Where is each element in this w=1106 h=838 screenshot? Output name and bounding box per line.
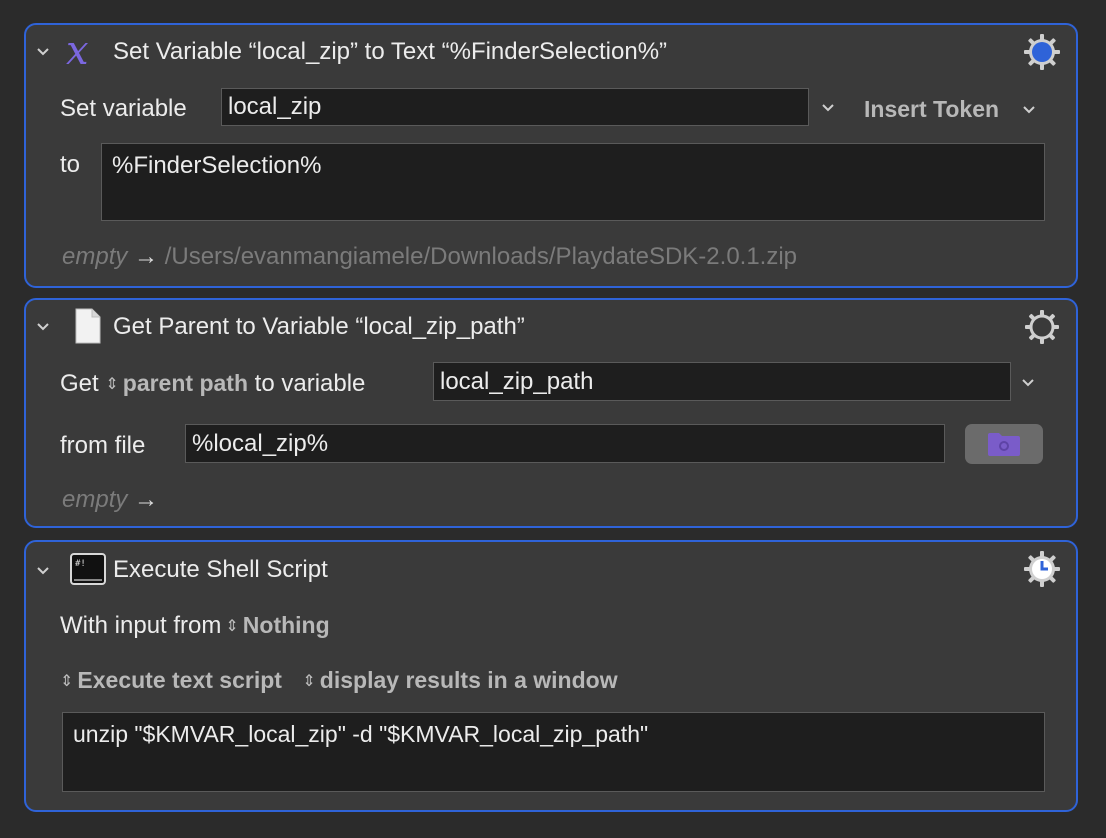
gear-icon[interactable] xyxy=(1023,308,1061,346)
chevron-down-icon[interactable] xyxy=(821,101,835,115)
text-value-field[interactable]: %FinderSelection% xyxy=(101,143,1045,221)
variable-name-field[interactable]: local_zip xyxy=(221,88,809,126)
variable-x-icon: 𝑥 xyxy=(66,28,89,74)
chevron-down-icon[interactable] xyxy=(36,564,50,578)
script-text-field[interactable]: unzip "$KMVAR_local_zip" -d "$KMVAR_loca… xyxy=(62,712,1045,792)
action-get-parent[interactable]: Get Parent to Variable “local_zip_path” … xyxy=(24,298,1078,528)
set-variable-label: Set variable xyxy=(60,95,187,122)
input-source-popup[interactable]: Nothing xyxy=(243,612,330,638)
insert-token-button[interactable]: Insert Token xyxy=(864,96,999,123)
preview-empty: empty xyxy=(62,243,128,270)
gear-icon[interactable] xyxy=(1023,33,1061,71)
document-icon xyxy=(75,308,101,344)
preview-line: empty → xyxy=(62,486,158,514)
get-row: Get ⇕ parent path to variable xyxy=(60,370,365,398)
execute-mode-popup[interactable]: Execute text script xyxy=(77,667,282,693)
preview-value: /Users/evanmangiamele/Downloads/Playdate… xyxy=(164,243,798,270)
preview-empty: empty xyxy=(62,486,128,513)
arrow-icon: → xyxy=(134,486,159,513)
folder-gear-icon xyxy=(988,433,1020,456)
chevron-down-icon[interactable] xyxy=(1021,376,1035,390)
action-title: Get Parent to Variable “local_zip_path” xyxy=(113,313,525,340)
get-label: Get xyxy=(60,370,99,397)
to-variable-label: to variable xyxy=(254,370,366,397)
chevron-down-icon[interactable] xyxy=(1022,103,1036,117)
input-label: With input from xyxy=(60,612,222,639)
preview-line: empty → /Users/evanmangiamele/Downloads/… xyxy=(62,243,797,271)
to-label: to xyxy=(60,151,81,178)
updown-icon[interactable]: ⇕ xyxy=(105,376,118,393)
action-set-variable[interactable]: 𝑥 Set Variable “local_zip” to Text “%Fin… xyxy=(24,23,1078,288)
action-title: Set Variable “local_zip” to Text “%Finde… xyxy=(113,38,668,65)
chevron-down-icon[interactable] xyxy=(36,45,50,59)
mode-row: ⇕ Execute text script ⇕ display results in… xyxy=(60,667,618,694)
updown-icon[interactable]: ⇕ xyxy=(302,673,315,690)
from-file-label: from file xyxy=(60,432,146,459)
choose-file-button[interactable] xyxy=(965,424,1043,464)
input-row: With input from ⇕ Nothing xyxy=(60,612,330,640)
action-execute-shell-script[interactable]: #! Execute Shell Script With input from ⇕… xyxy=(24,540,1078,812)
action-title: Execute Shell Script xyxy=(113,556,328,583)
file-path-field[interactable]: %local_zip% xyxy=(185,424,945,463)
output-mode-popup[interactable]: display results in a window xyxy=(320,667,618,693)
variable-name-field[interactable]: local_zip_path xyxy=(433,362,1011,401)
terminal-icon: #! xyxy=(70,553,106,585)
chevron-down-icon[interactable] xyxy=(36,320,50,334)
updown-icon[interactable]: ⇕ xyxy=(60,673,73,690)
gear-icon[interactable] xyxy=(1023,550,1061,588)
updown-icon[interactable]: ⇕ xyxy=(225,618,238,635)
mode-popup[interactable]: parent path xyxy=(123,370,248,396)
svg-text:#!: #! xyxy=(75,559,86,569)
arrow-icon: → xyxy=(134,243,159,270)
